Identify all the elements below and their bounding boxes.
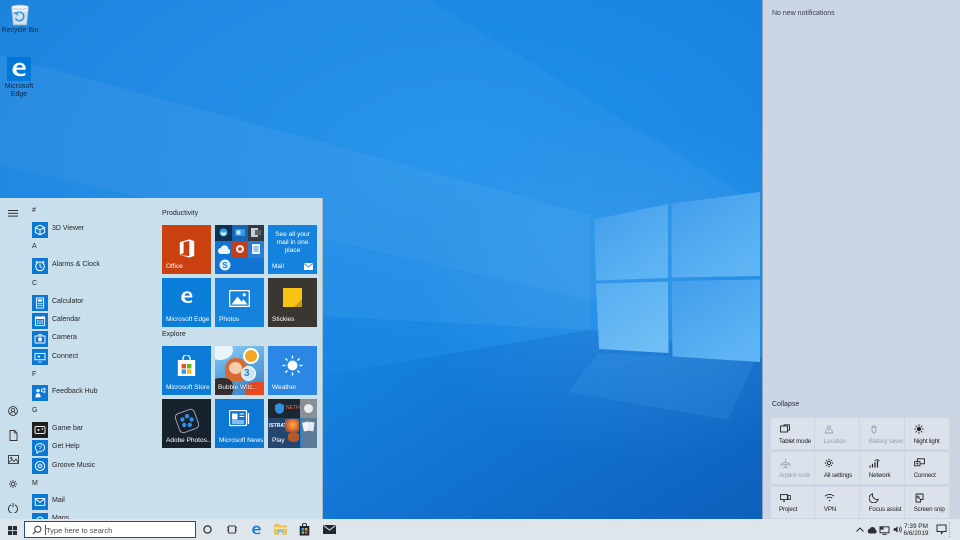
svg-text:S: S [222, 261, 228, 270]
svg-text:?: ? [38, 445, 42, 452]
